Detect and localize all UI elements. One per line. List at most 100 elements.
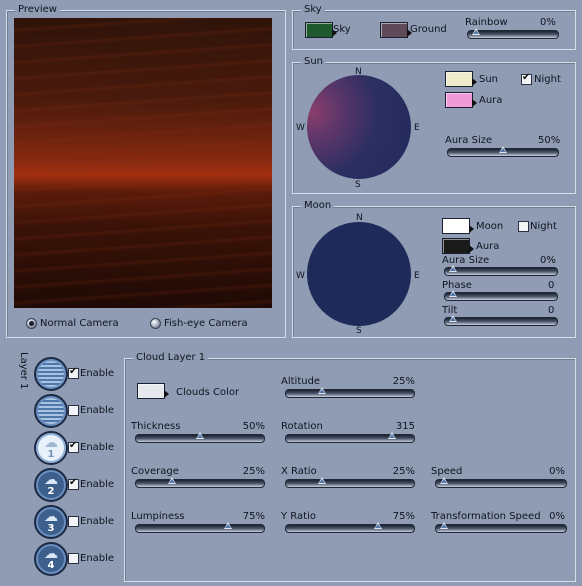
layer-4-enable-checkbox[interactable] (68, 477, 79, 490)
rainbow-slider[interactable] (467, 28, 559, 39)
layer-5-enable-label: Enable (80, 516, 115, 527)
preview-title: Preview (15, 4, 60, 15)
y-ratio-slider[interactable] (285, 522, 415, 533)
moon-phase-value: 0 (548, 280, 555, 291)
lumpiness-slider[interactable] (135, 522, 265, 533)
thickness-slider[interactable] (135, 432, 265, 443)
moon-aura-color-arrow-icon[interactable] (469, 245, 474, 253)
sun-color-arrow-icon[interactable] (472, 78, 477, 86)
coverage-label: Coverage (131, 466, 179, 477)
moon-color-swatch[interactable] (442, 218, 470, 234)
clouds-color-swatch[interactable] (137, 383, 165, 399)
sun-aura-color-arrow-icon[interactable] (472, 99, 477, 107)
moon-compass-e: E (414, 271, 420, 281)
sun-aura-size-slider-thumb[interactable] (499, 146, 507, 153)
lumpiness-label: Lumpiness (131, 511, 185, 522)
moon-phase-slider-thumb[interactable] (449, 290, 457, 297)
fisheye-camera-radio[interactable] (150, 318, 161, 329)
layer-5-enable-checkbox[interactable] (68, 516, 79, 527)
sun-aura-size-slider[interactable] (447, 146, 559, 157)
moon-color-arrow-icon[interactable] (469, 225, 474, 233)
clouds-color-arrow-icon[interactable] (164, 390, 169, 398)
moon-position-disc[interactable] (307, 222, 411, 326)
speed-slider-thumb[interactable] (440, 477, 448, 484)
layers-title: Layer 1 (18, 352, 29, 390)
layer-6-icon[interactable]: ☁ 4 (34, 542, 68, 576)
moon-tilt-slider[interactable] (444, 315, 558, 326)
y-ratio-slider-thumb[interactable] (374, 522, 382, 529)
layer-6-enable-label: Enable (80, 553, 115, 564)
speed-label: Speed (431, 466, 463, 477)
layer-3-icon[interactable]: ☁ 1 (34, 431, 68, 465)
layer-3-enable-checkbox[interactable] (68, 440, 79, 453)
moon-compass-w: W (296, 271, 305, 281)
layer-5-icon[interactable]: ☁ 3 (34, 505, 68, 539)
layer-1-enable-checkbox[interactable] (68, 366, 79, 379)
x-ratio-slider-thumb[interactable] (318, 477, 326, 484)
moon-tilt-value: 0 (548, 305, 555, 316)
layer-3-enable-label: Enable (80, 442, 115, 453)
speed-slider[interactable] (435, 477, 567, 488)
layer-6-enable-checkbox[interactable] (68, 553, 79, 564)
coverage-value: 25% (242, 466, 265, 477)
sky-color-swatch[interactable] (305, 22, 333, 38)
moon-title: Moon (301, 200, 335, 211)
moon-aura-color-swatch[interactable] (442, 238, 470, 254)
sun-color-label: Sun (479, 74, 499, 85)
moon-tilt-slider-thumb[interactable] (449, 315, 457, 322)
sun-aura-size-value: 50% (538, 135, 561, 146)
speed-value: 0% (549, 466, 565, 477)
layer-1-icon[interactable] (34, 357, 68, 391)
cloud-icon: ☁ 1 (40, 436, 62, 460)
rotation-slider[interactable] (285, 432, 415, 443)
coverage-slider[interactable] (135, 477, 265, 488)
moon-aura-size-slider-thumb[interactable] (449, 265, 457, 272)
coverage-slider-thumb[interactable] (168, 477, 176, 484)
lumpiness-slider-thumb[interactable] (224, 522, 232, 529)
clouds-color-label: Clouds Color (176, 387, 240, 398)
x-ratio-slider[interactable] (285, 477, 415, 488)
layer-4-enable-label: Enable (80, 479, 115, 490)
layer-2-enable-label: Enable (80, 405, 115, 416)
y-ratio-value: 75% (392, 511, 415, 522)
altitude-slider-thumb[interactable] (318, 387, 326, 394)
sun-aura-color-swatch[interactable] (445, 92, 473, 108)
cloud-layer-title: Cloud Layer 1 (133, 352, 209, 363)
sky-title: Sky (301, 4, 325, 15)
layer-2-enable-checkbox[interactable] (68, 405, 79, 416)
altitude-label: Altitude (281, 376, 321, 387)
altitude-slider[interactable] (285, 387, 415, 398)
moon-aura-size-slider[interactable] (444, 265, 558, 276)
layer-number: 2 (47, 486, 55, 497)
sun-position-disc[interactable] (307, 75, 411, 179)
moon-night-label: Night (530, 221, 557, 232)
x-ratio-label: X Ratio (281, 466, 317, 477)
sun-night-checkbox[interactable] (521, 72, 532, 85)
normal-camera-radio[interactable] (26, 318, 37, 329)
thickness-value: 50% (242, 421, 265, 432)
rainbow-slider-thumb[interactable] (472, 28, 480, 35)
ground-color-swatch[interactable] (380, 22, 408, 38)
fisheye-camera-label[interactable]: Fish-eye Camera (164, 318, 248, 329)
layer-4-icon[interactable]: ☁ 2 (34, 468, 68, 502)
cloud-icon: ☁ 2 (40, 473, 62, 497)
layer-number: 1 (47, 449, 55, 460)
normal-camera-label[interactable]: Normal Camera (40, 318, 119, 329)
transformation-speed-slider[interactable] (435, 522, 567, 533)
layer-number: 4 (47, 560, 55, 571)
sky-color-label: Sky (333, 24, 351, 35)
transformation-speed-slider-thumb[interactable] (440, 522, 448, 529)
thickness-slider-thumb[interactable] (196, 432, 204, 439)
layer-number: 3 (47, 523, 55, 534)
moon-compass-s: S (356, 326, 362, 336)
sun-compass-n: N (355, 67, 362, 77)
moon-aura-size-value: 0% (540, 255, 556, 266)
moon-phase-slider[interactable] (444, 290, 558, 301)
moon-compass-n: N (356, 213, 363, 223)
rotation-slider-thumb[interactable] (388, 432, 396, 439)
cloud-icon: ☁ 3 (40, 510, 62, 534)
sun-color-swatch[interactable] (445, 71, 473, 87)
moon-night-checkbox[interactable] (518, 221, 529, 232)
sun-compass-w: W (296, 123, 305, 133)
layer-2-icon[interactable] (34, 394, 68, 428)
